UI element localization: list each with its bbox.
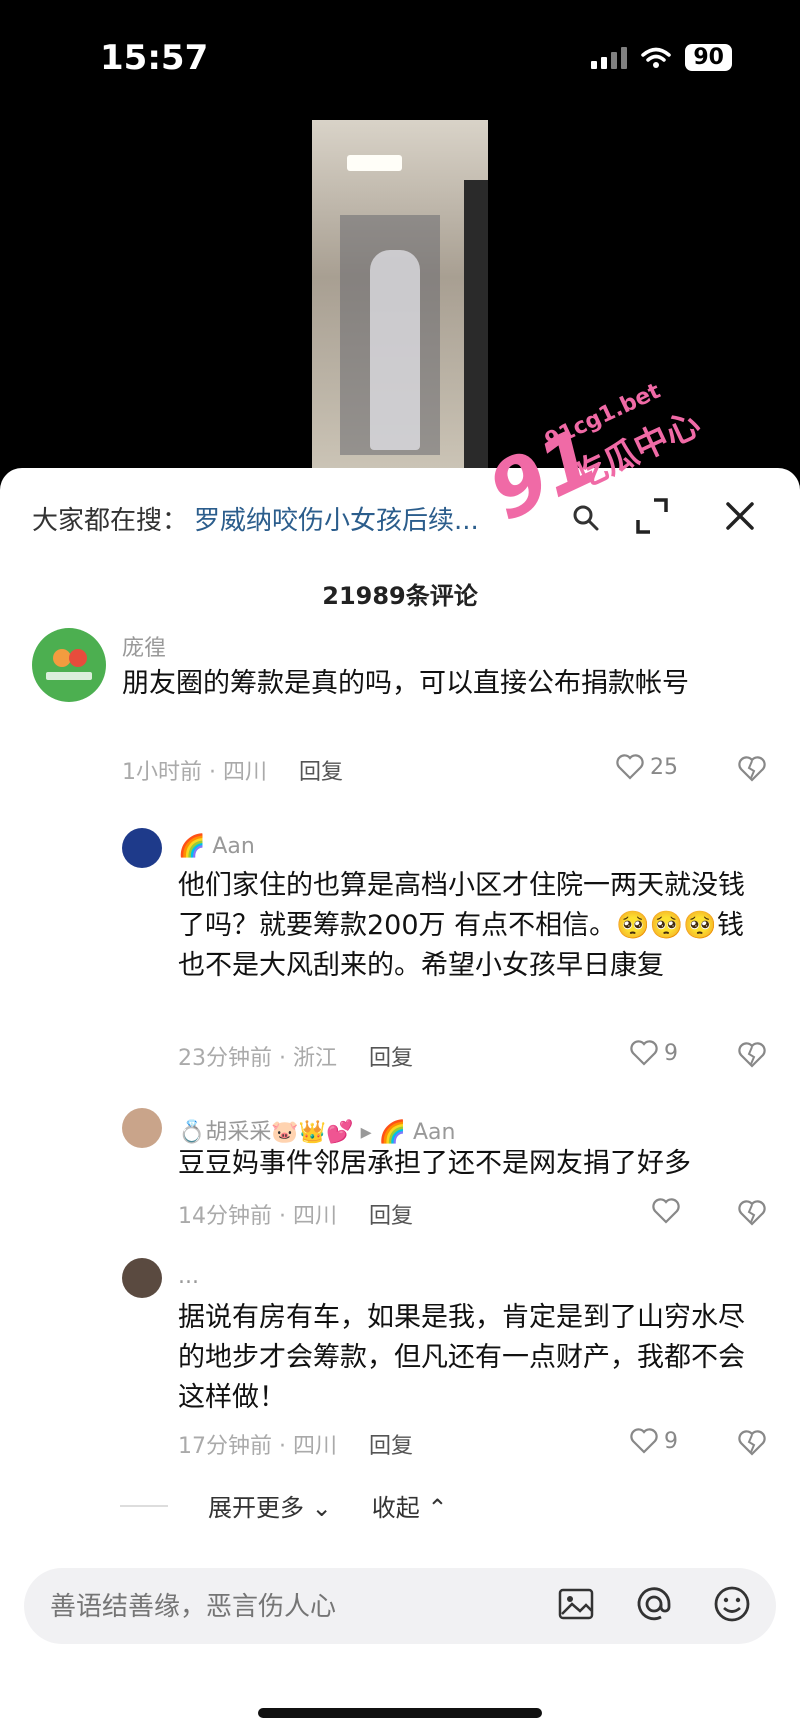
- comment-time-location: 23分钟前 · 浙江: [178, 1046, 337, 1071]
- like-count: 25: [650, 754, 678, 780]
- comment-meta: 17分钟前 · 四川 回复: [178, 1428, 413, 1460]
- comment-username[interactable]: 🌈 Aan: [178, 834, 255, 859]
- image-icon[interactable]: [556, 1584, 596, 1624]
- watermark-site: 91cg1.bet: [541, 378, 665, 454]
- divider: [120, 1504, 168, 1507]
- comment-input-bar: [24, 1568, 776, 1646]
- comment-text: 朋友圈的筹款是真的吗，可以直接公布捐款帐号: [122, 668, 689, 699]
- collapse-button[interactable]: 收起 ⌃: [372, 1488, 448, 1523]
- avatar[interactable]: [122, 1258, 162, 1298]
- like-button[interactable]: 9: [630, 1428, 678, 1454]
- clock: 15:57: [100, 38, 209, 78]
- reply-button[interactable]: 回复: [369, 1198, 413, 1230]
- trending-search-label: 大家都在搜：: [32, 505, 189, 536]
- comment-meta: 23分钟前 · 浙江 回复: [178, 1040, 413, 1072]
- cellular-signal-icon: [591, 46, 628, 69]
- comment-meta: 1小时前 · 四川 回复: [122, 754, 343, 786]
- replies-controls: 展开更多 ⌄ 收起 ⌃: [120, 1488, 448, 1523]
- mention-icon[interactable]: [634, 1584, 674, 1624]
- comment-time-location: 14分钟前 · 四川: [178, 1204, 337, 1229]
- comment-time-location: 17分钟前 · 四川: [178, 1434, 337, 1459]
- expand-more-label: 展开更多: [208, 1494, 304, 1522]
- comment-text: 据说有房有车，如果是我，肯定是到了山穷水尽的地步才会筹款，但凡还有一点财产，我都…: [178, 1302, 745, 1413]
- heart-icon: [630, 1428, 658, 1454]
- collapse-label: 收起: [371, 1494, 420, 1522]
- avatar[interactable]: [122, 1108, 162, 1148]
- heart-icon: [652, 1198, 680, 1224]
- home-indicator[interactable]: [258, 1708, 542, 1718]
- emoji-icon[interactable]: [712, 1584, 752, 1624]
- comment-time-location: 1小时前 · 四川: [122, 760, 267, 785]
- dislike-icon[interactable]: [738, 756, 766, 782]
- like-button[interactable]: 25: [616, 754, 678, 780]
- heart-icon: [630, 1040, 658, 1066]
- comment-username[interactable]: 💍胡采采🐷👑💕 ▸ 🌈 Aan: [178, 1114, 455, 1146]
- comment-username[interactable]: 庞徨: [122, 630, 166, 662]
- dislike-icon[interactable]: [738, 1200, 766, 1226]
- close-icon[interactable]: [720, 496, 760, 536]
- chevron-down-icon: ⌄: [311, 1494, 332, 1522]
- reply-button[interactable]: 回复: [299, 754, 343, 786]
- comment-count: 21989条评论: [322, 582, 478, 610]
- like-count: 9: [664, 1428, 678, 1454]
- status-icons: 90: [591, 44, 732, 71]
- heart-icon: [616, 754, 644, 780]
- wifi-icon: [641, 47, 672, 68]
- comments-sheet: 大家都在搜： 罗威纳咬伤小女孩后续... 21989条评论 庞徨 朋友圈的筹款是…: [0, 379, 800, 1734]
- dislike-icon[interactable]: [738, 1042, 766, 1068]
- like-button[interactable]: 9: [630, 1040, 678, 1066]
- expand-more-button[interactable]: 展开更多 ⌄: [208, 1488, 332, 1523]
- expand-icon[interactable]: [634, 496, 670, 536]
- dislike-icon[interactable]: [738, 1430, 766, 1456]
- video-thumbnail[interactable]: [312, 120, 488, 470]
- avatar[interactable]: [122, 828, 162, 868]
- avatar[interactable]: [32, 628, 106, 702]
- input-actions: [556, 1584, 752, 1624]
- chevron-up-icon: ⌃: [427, 1494, 448, 1522]
- watermark-name: 吃瓜中心: [566, 403, 707, 498]
- trending-search-term[interactable]: 罗威纳咬伤小女孩后续...: [194, 500, 479, 537]
- comment-meta: 14分钟前 · 四川 回复: [178, 1198, 413, 1230]
- like-button[interactable]: [652, 1198, 686, 1224]
- comment-text: 豆豆妈事件邻居承担了还不是网友捐了好多: [178, 1148, 691, 1179]
- comment-username[interactable]: ...: [178, 1264, 199, 1289]
- search-icon[interactable]: [572, 504, 600, 532]
- status-bar: 15:57 90: [0, 0, 800, 110]
- reply-button[interactable]: 回复: [369, 1040, 413, 1072]
- battery-indicator: 90: [685, 44, 732, 71]
- trending-search[interactable]: 大家都在搜： 罗威纳咬伤小女孩后续...: [32, 496, 768, 540]
- comment-input[interactable]: [48, 1568, 522, 1646]
- like-count: 9: [664, 1040, 678, 1066]
- reply-button[interactable]: 回复: [369, 1428, 413, 1460]
- comment-text: 他们家住的也算是高档小区才住院一两天就没钱了吗？就要筹款200万 有点不相信。🥺…: [178, 870, 745, 981]
